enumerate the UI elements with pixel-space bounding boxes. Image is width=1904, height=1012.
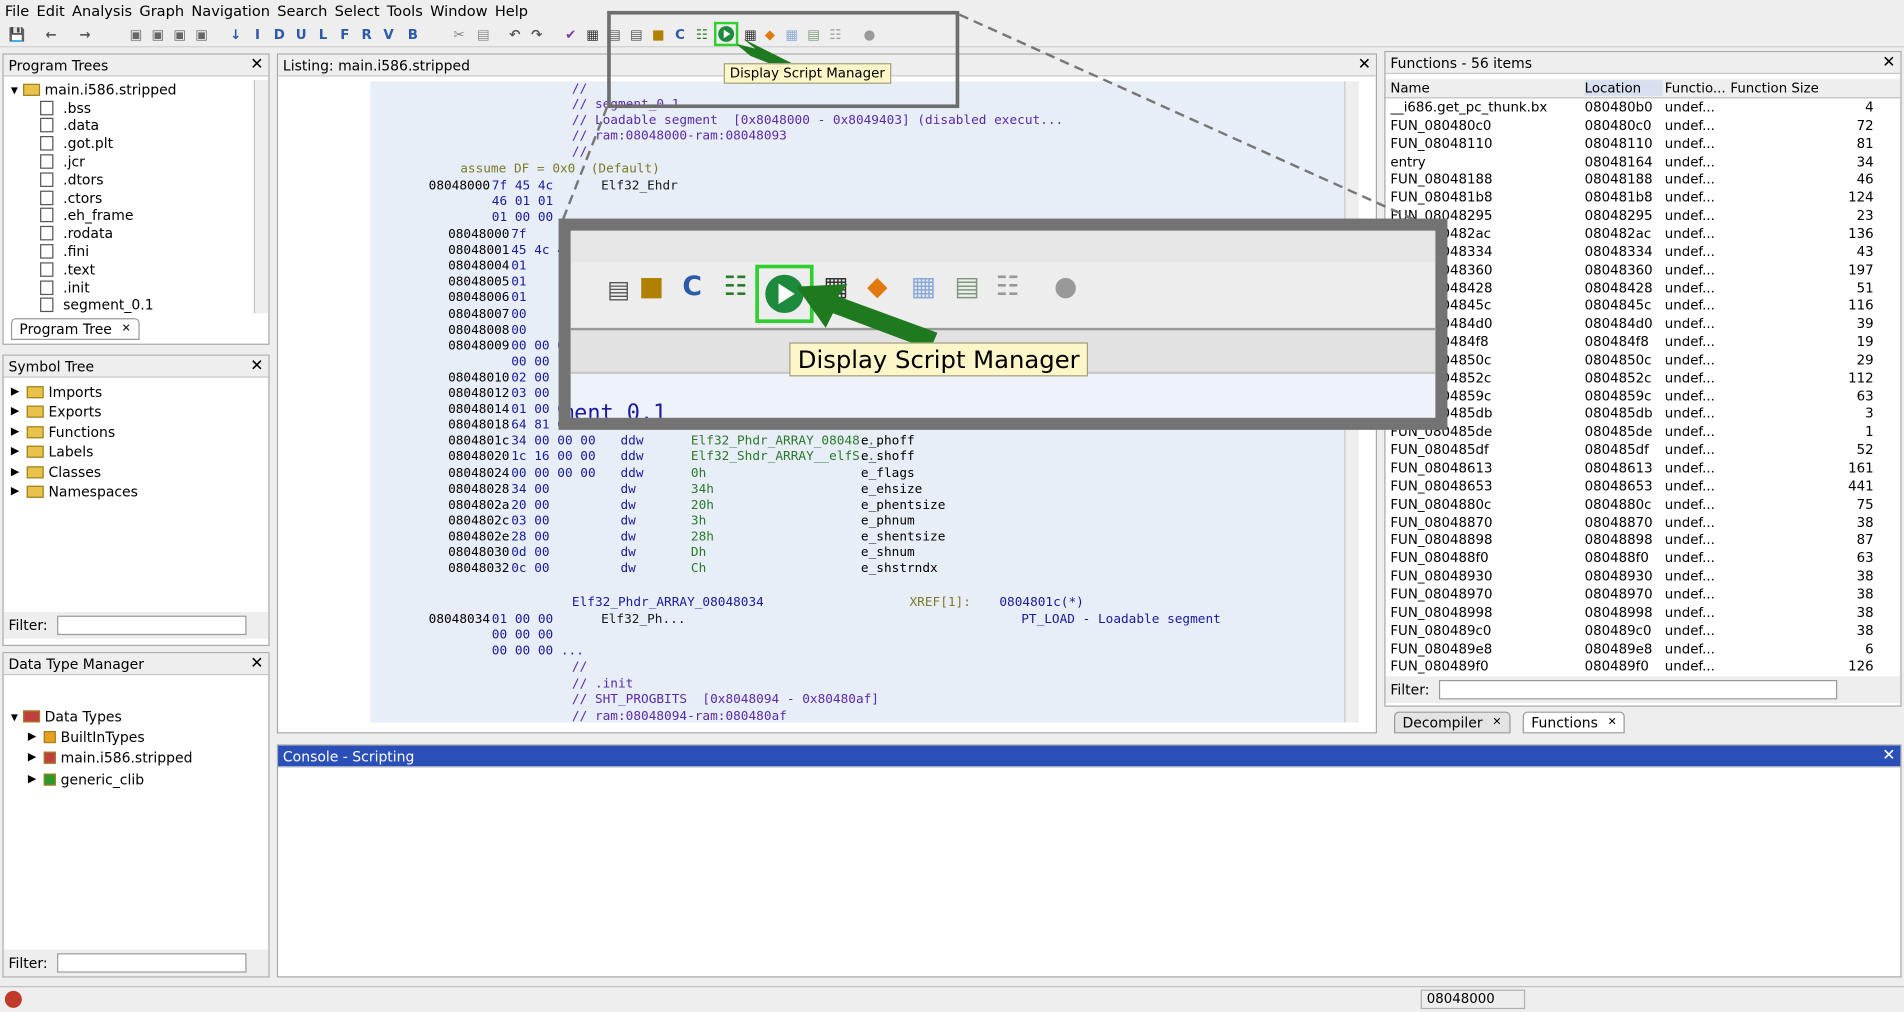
zoom-decompiler-icon: C — [682, 272, 703, 303]
zoom-debugger-icon: ● — [1054, 272, 1078, 303]
zoom-bytes-icon: ▤ — [607, 274, 631, 304]
zoom-datatype-icon: ■ — [638, 272, 664, 303]
zoom-tree-icon: ☷ — [995, 272, 1020, 303]
tooltip: Display Script Manager — [723, 63, 891, 84]
zoom-graph-icon: ☷ — [723, 272, 748, 303]
zoom-arrow — [796, 284, 938, 350]
zoom-partial-text: ment 0.1 — [570, 400, 667, 418]
zoom-connector-lines — [559, 13, 1440, 232]
zoom-export-icon: ▤ — [954, 272, 980, 303]
zoom-tooltip: Display Script Manager — [789, 342, 1089, 377]
zoom-callout: ▤ ■ C ☷ ▦ ◆ ▦ ▤ ☷ ● Display Script Manag… — [558, 218, 1448, 430]
